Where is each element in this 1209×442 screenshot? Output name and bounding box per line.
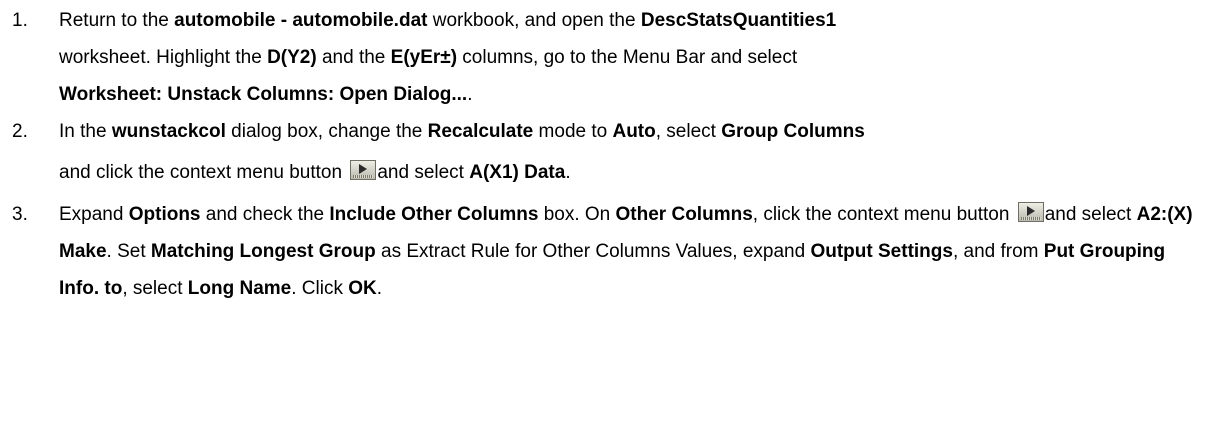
a-x1-data-option: A(X1) Data — [469, 162, 566, 183]
step-number: 2. — [12, 121, 28, 142]
text-run: In the — [59, 121, 112, 142]
step-text: Return to the automobile - automobile.da… — [59, 2, 1193, 113]
column-d-name: D(Y2) — [267, 47, 317, 68]
step-3: 3. Expand Options and check the Include … — [0, 196, 1209, 307]
text-run: . — [376, 278, 383, 299]
step-number: 1. — [12, 10, 28, 31]
text-run: Return to the — [59, 10, 175, 31]
text-run: dialog box, change the — [225, 121, 428, 142]
group-columns-option: Group Columns — [721, 121, 865, 142]
step-number: 3. — [12, 204, 28, 225]
text-run: and check the — [200, 204, 330, 225]
options-group: Options — [128, 204, 201, 225]
text-run: and select — [377, 162, 470, 183]
instructions-document: 1. Return to the automobile - automobile… — [0, 0, 1209, 307]
recalculate-option: Recalculate — [427, 121, 534, 142]
worksheet-name: DescStatsQuantities1 — [640, 10, 837, 31]
step-text: Expand Options and check the Include Oth… — [59, 196, 1193, 307]
other-columns-option: Other Columns — [615, 204, 753, 225]
context-menu-button-icon — [1017, 202, 1044, 222]
menu-path: Worksheet: Unstack Columns: Open Dialog.… — [59, 84, 468, 105]
text-run: . Set — [106, 241, 151, 262]
text-run: worksheet. Highlight the — [59, 47, 268, 68]
dialog-name: wunstackcol — [111, 121, 226, 142]
text-run: columns, go to the Menu Bar and select — [457, 47, 798, 68]
text-run: . — [565, 162, 571, 183]
context-menu-button-icon — [350, 160, 377, 180]
step-2: 2. In the wunstackcol dialog box, change… — [0, 113, 1209, 196]
text-run: Expand — [59, 204, 129, 225]
text-run: box. On — [538, 204, 616, 225]
output-settings-group: Output Settings — [810, 241, 953, 262]
long-name-option: Long Name — [187, 278, 292, 299]
step-text: In the wunstackcol dialog box, change th… — [59, 113, 1193, 196]
text-run: mode to — [533, 121, 613, 142]
text-run: , select — [122, 278, 188, 299]
text-run: , click the context menu button — [752, 204, 1015, 225]
text-run: and click the context menu button — [59, 162, 348, 183]
text-run: , select — [655, 121, 722, 142]
auto-option: Auto — [612, 121, 656, 142]
matching-longest-group-option: Matching Longest Group — [150, 241, 376, 262]
text-run: workbook, and open the — [427, 10, 641, 31]
workbook-name: automobile - automobile.dat — [174, 10, 428, 31]
text-run: as Extract Rule for Other Columns Values… — [375, 241, 811, 262]
text-run: , and from — [952, 241, 1044, 262]
text-run: . Click — [291, 278, 349, 299]
text-run: . — [467, 84, 473, 105]
text-run: and select — [1044, 204, 1137, 225]
ok-button-reference: OK — [348, 278, 377, 299]
text-run: and the — [316, 47, 391, 68]
column-e-name: E(yEr±) — [390, 47, 458, 68]
step-1: 1. Return to the automobile - automobile… — [0, 2, 1209, 113]
include-other-columns-option: Include Other Columns — [329, 204, 539, 225]
